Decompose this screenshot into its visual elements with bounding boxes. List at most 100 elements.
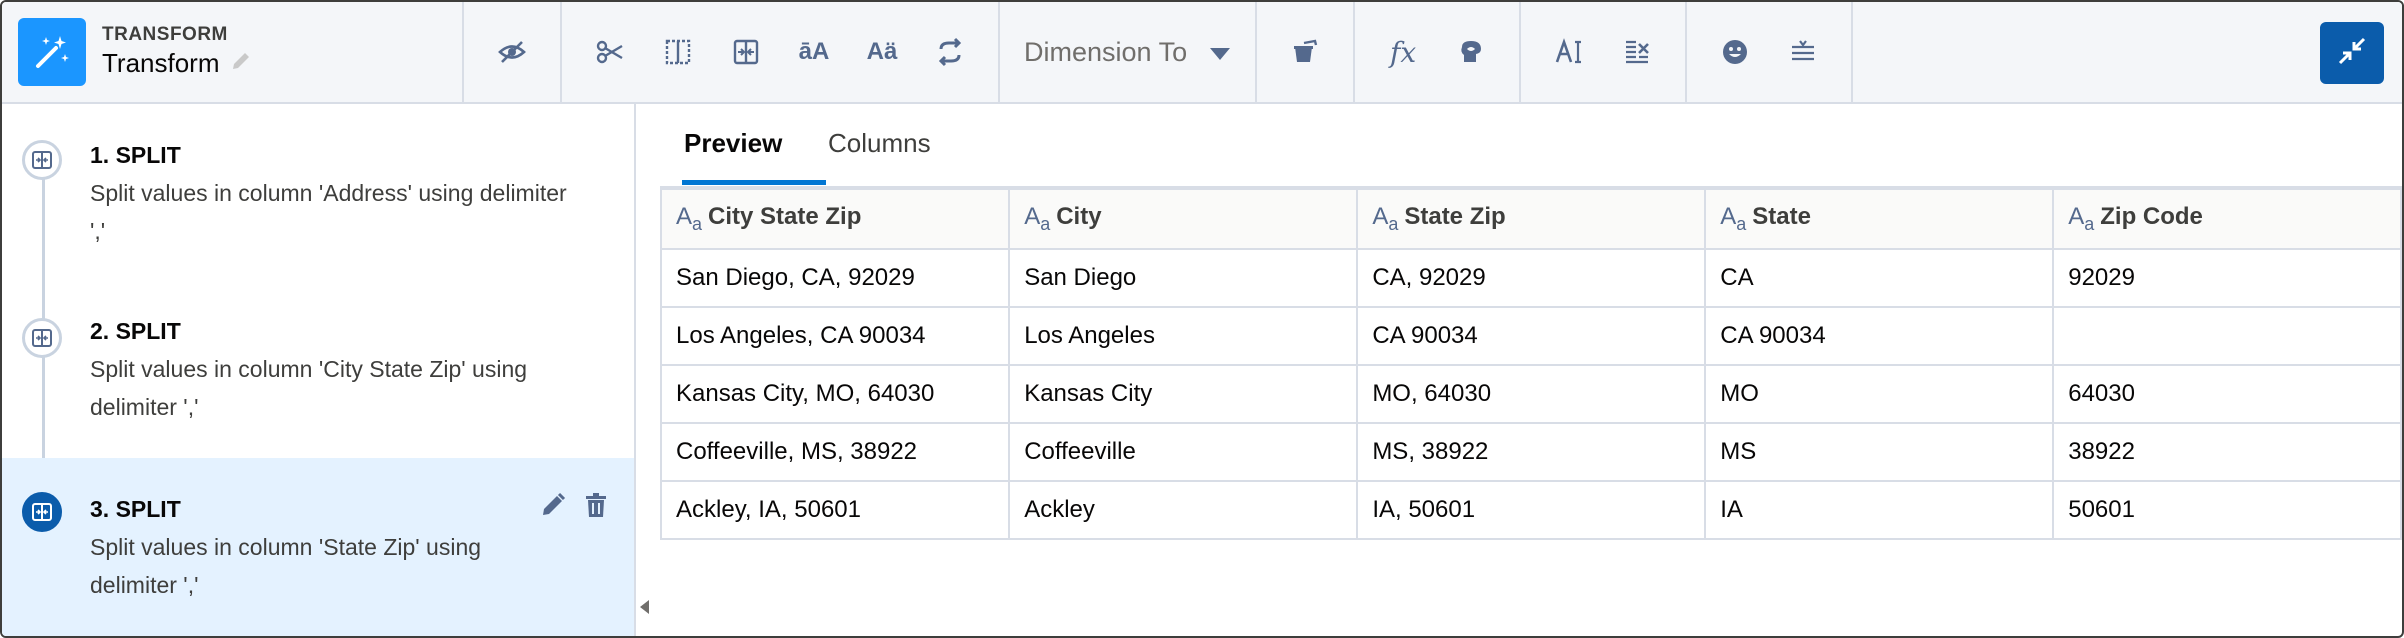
node-title: Transform xyxy=(102,48,252,79)
step-description-line: delimiter ',' xyxy=(90,572,199,598)
clear-column-icon[interactable] xyxy=(1615,30,1659,74)
table-cell[interactable]: CA xyxy=(1704,248,2055,308)
split-icon[interactable] xyxy=(724,30,768,74)
step-actions xyxy=(540,492,608,523)
table-cell[interactable]: San Diego xyxy=(1008,248,1359,308)
sentiment-icon[interactable] xyxy=(1713,30,1757,74)
table-row: Kansas City, MO, 64030 Kansas City MO, 6… xyxy=(659,364,2402,424)
table-cell[interactable]: MO xyxy=(1704,364,2055,424)
toolbar-group-text xyxy=(1519,2,1685,102)
tab-preview[interactable]: Preview xyxy=(684,128,782,159)
step-description-line: Split values in column 'City State Zip' … xyxy=(90,356,528,382)
table-cell[interactable]: Los Angeles, CA 90034 xyxy=(659,306,1011,366)
text-type-icon: Aa xyxy=(2068,203,2095,234)
table-cell[interactable]: MS, 38922 xyxy=(1356,422,1707,482)
filter-list-icon[interactable] xyxy=(1781,30,1825,74)
table-cell[interactable]: 64030 xyxy=(2052,364,2402,424)
step-title: 3. SPLIT xyxy=(90,496,181,522)
table-cell[interactable]: MS xyxy=(1704,422,2055,482)
title-block: TRANSFORM Transform xyxy=(102,24,252,79)
table-cell[interactable]: IA, 50601 xyxy=(1356,480,1707,540)
column-header[interactable]: Aa Zip Code xyxy=(2052,188,2402,250)
predict-icon[interactable] xyxy=(1449,30,1493,74)
table-cell[interactable]: 50601 xyxy=(2052,480,2402,540)
column-header[interactable]: Aa City xyxy=(1008,188,1359,250)
column-header[interactable]: Aa State Zip xyxy=(1356,188,1707,250)
bucket-icon[interactable] xyxy=(1283,30,1327,74)
table-cell[interactable]: Kansas City, MO, 64030 xyxy=(659,364,1011,424)
scissors-icon[interactable] xyxy=(588,30,632,74)
table-row: Ackley, IA, 50601 Ackley IA, 50601 IA 50… xyxy=(659,480,2402,540)
split-step-icon xyxy=(22,140,62,180)
table-cell[interactable]: 92029 xyxy=(2052,248,2402,308)
table-cell[interactable]: Ackley xyxy=(1008,480,1359,540)
magic-wand-icon xyxy=(18,18,86,86)
step-item[interactable]: 2. SPLIT Split values in column 'City St… xyxy=(2,280,634,456)
table-cell[interactable]: Los Angeles xyxy=(1008,306,1359,366)
table-cell[interactable]: Coffeeville xyxy=(1008,422,1359,482)
text-type-icon: Aa xyxy=(1720,203,1747,234)
toolbar-group-formula: fx xyxy=(1353,2,1519,102)
split-step-icon xyxy=(22,318,62,358)
swap-icon[interactable] xyxy=(928,30,972,74)
toolbar-group-bucket xyxy=(1255,2,1353,102)
case-icon[interactable]: āA xyxy=(792,30,836,74)
table-cell[interactable]: IA xyxy=(1704,480,2055,540)
step-item[interactable]: 1. SPLIT Split values in column 'Address… xyxy=(2,104,634,274)
collapse-button[interactable] xyxy=(2320,22,2384,84)
table-cell[interactable]: San Diego, CA, 92029 xyxy=(659,248,1011,308)
toolbar-group-misc xyxy=(1685,2,1854,102)
tab-bar: Preview Columns xyxy=(660,104,2402,189)
columns-icon[interactable] xyxy=(656,30,700,74)
table-cell[interactable]: CA, 92029 xyxy=(1356,248,1707,308)
dimension-to-dropdown[interactable]: Dimension To xyxy=(1014,37,1241,68)
table-header-row: Aa City State Zip Aa City Aa State Zip Aa St… xyxy=(659,188,2402,250)
trash-icon[interactable] xyxy=(584,492,608,523)
preview-panel: Preview Columns Aa City State Zip Aa City … xyxy=(659,104,2402,636)
text-type-icon: Aa xyxy=(676,203,703,234)
hide-icon[interactable] xyxy=(490,30,534,74)
active-tab-indicator xyxy=(682,180,826,185)
table-cell[interactable]: Ackley, IA, 50601 xyxy=(659,480,1011,540)
collapse-panel-arrow-icon[interactable] xyxy=(640,600,649,614)
pencil-icon[interactable] xyxy=(230,48,252,79)
table-cell[interactable]: CA 90034 xyxy=(1704,306,2055,366)
formula-icon[interactable]: fx xyxy=(1381,30,1425,74)
table-cell[interactable] xyxy=(2052,306,2402,366)
steps-panel: 1. SPLIT Split values in column 'Address… xyxy=(2,104,636,636)
preview-table: Aa City State Zip Aa City Aa State Zip Aa St… xyxy=(659,188,2402,540)
table-cell[interactable]: 38922 xyxy=(2052,422,2402,482)
step-description: Split values in column 'Address' using d… xyxy=(90,174,620,250)
step-item-selected[interactable]: 3. SPLIT Split values in column 'State Z… xyxy=(2,458,634,636)
column-header[interactable]: Aa City State Zip xyxy=(659,188,1011,250)
toolbar-group-visibility xyxy=(462,2,560,102)
step-description-line: Split values in column 'Address' using d… xyxy=(90,180,567,206)
text-format-icon[interactable] xyxy=(1547,30,1591,74)
table-row: Los Angeles, CA 90034 Los Angeles CA 900… xyxy=(659,306,2402,366)
collapse-icon xyxy=(2337,36,2367,71)
edit-pencil-icon[interactable] xyxy=(540,492,566,523)
step-title: 1. SPLIT xyxy=(90,142,181,168)
table-row: Coffeeville, MS, 38922 Coffeeville MS, 3… xyxy=(659,422,2402,482)
table-cell[interactable]: CA 90034 xyxy=(1356,306,1707,366)
text-type-icon: Aa xyxy=(1024,203,1051,234)
text-type-icon: Aa xyxy=(1372,203,1399,234)
step-title: 2. SPLIT xyxy=(90,318,181,344)
dropdown-label: Dimension To xyxy=(1024,36,1188,67)
toolbar: āA Aä Dimension To fx xyxy=(462,2,1854,102)
table-cell[interactable]: MO, 64030 xyxy=(1356,364,1707,424)
table-cell[interactable]: Kansas City xyxy=(1008,364,1359,424)
tab-columns[interactable]: Columns xyxy=(828,128,931,159)
header-bar: TRANSFORM Transform āA Aä Dimension To f… xyxy=(2,2,2402,104)
toolbar-group-dropdown: Dimension To xyxy=(998,2,1255,102)
toolbar-group-split: āA Aä xyxy=(560,2,998,102)
node-title-text: Transform xyxy=(102,48,220,78)
table-row: San Diego, CA, 92029 San Diego CA, 92029… xyxy=(659,248,2402,308)
table-cell[interactable]: Coffeeville, MS, 38922 xyxy=(659,422,1011,482)
step-description: Split values in column 'State Zip' using… xyxy=(90,528,620,604)
step-description-line: delimiter ',' xyxy=(90,394,199,420)
accent-icon[interactable]: Aä xyxy=(860,30,904,74)
column-header[interactable]: Aa State xyxy=(1704,188,2055,250)
step-description-line: Split values in column 'State Zip' using xyxy=(90,534,482,560)
chevron-down-icon xyxy=(1209,37,1231,68)
